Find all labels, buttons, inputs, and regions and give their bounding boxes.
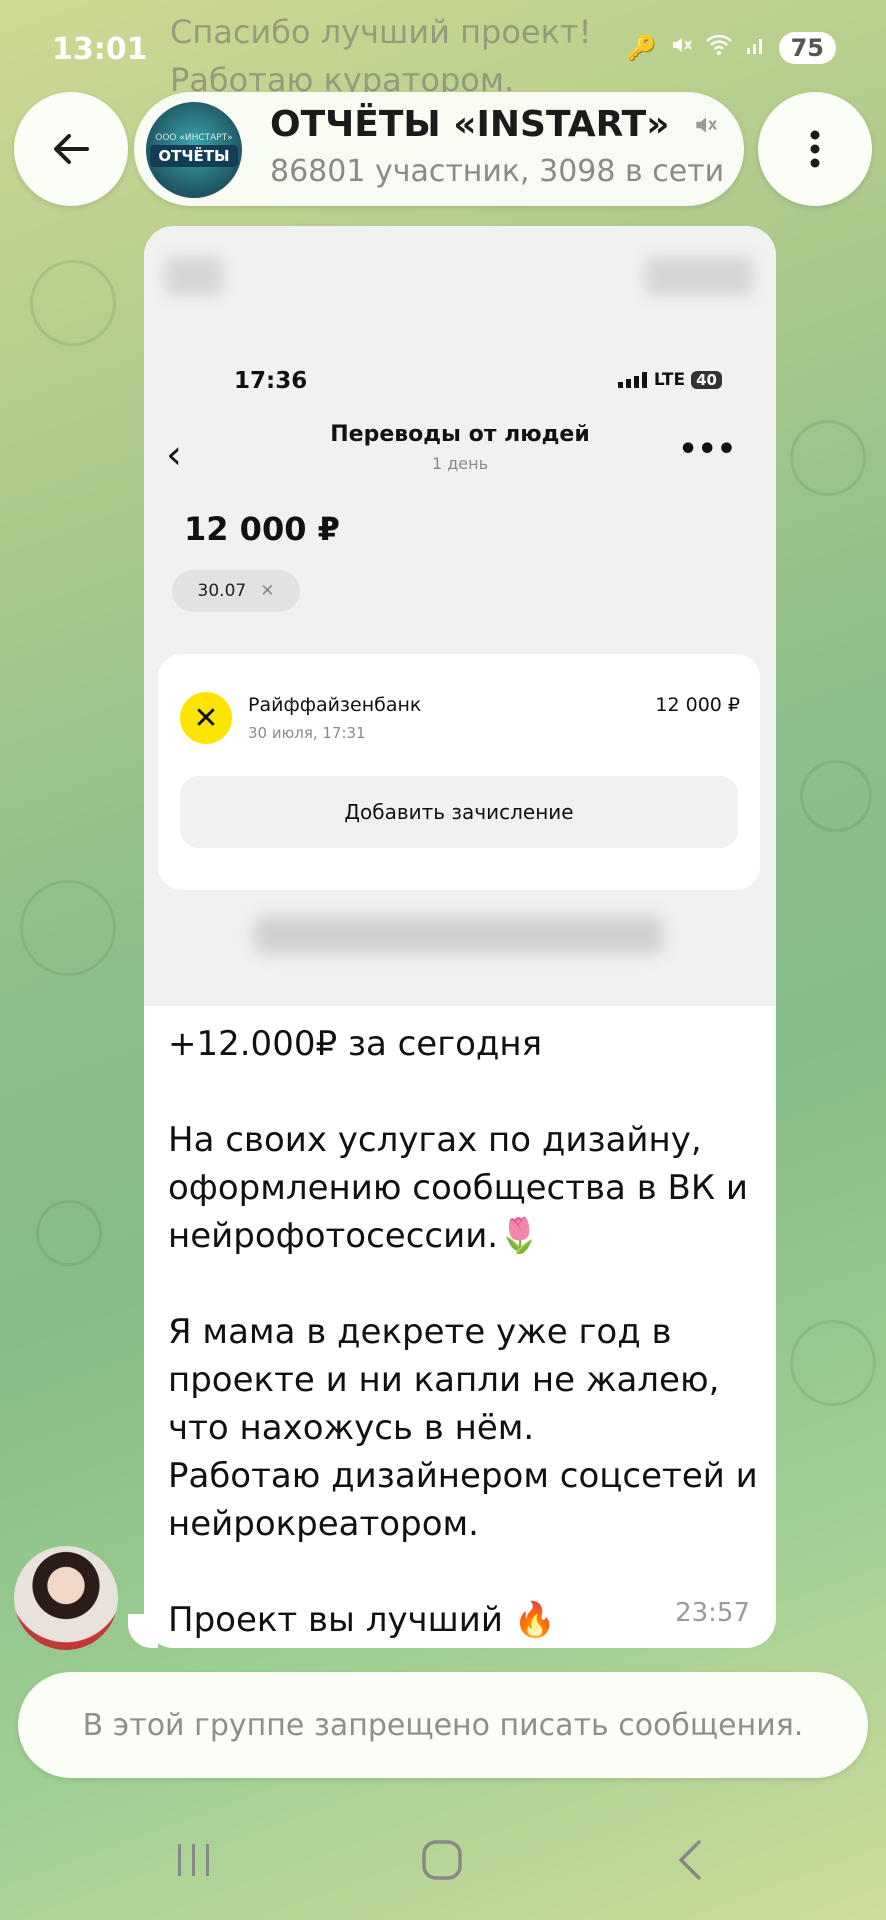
back-button[interactable]: [14, 92, 128, 206]
add-deposit-button: Добавить зачисление: [180, 776, 738, 848]
chip-label: 30.07: [197, 581, 247, 601]
mute-icon: [669, 33, 693, 63]
blurred-area: [644, 256, 754, 296]
status-bar: Спасибо лучший проект! Работаю куратором…: [0, 0, 886, 100]
ghost-line-1: Спасибо лучший проект!: [170, 13, 592, 51]
avatar-caption: ООО «ИНСТАРТ»: [155, 133, 233, 143]
vertical-dots-icon: [810, 130, 820, 168]
network-label: LTE: [653, 370, 686, 390]
recent-apps-button[interactable]: [154, 1830, 234, 1890]
channel-avatar[interactable]: ООО «ИНСТАРТ» ОТЧЁТЫ: [146, 102, 242, 198]
muted-icon: [692, 106, 718, 147]
status-time: 13:01: [52, 32, 148, 67]
sender-avatar[interactable]: [14, 1546, 118, 1650]
channel-title: ОТЧЁТЫ «INSTART»: [270, 104, 718, 147]
wallpaper-doodle: [36, 1200, 102, 1266]
screenshot-date-chip: 30.07 ✕: [172, 570, 300, 612]
message-bubble[interactable]: 17:36 LTE 40 ‹ Переводы от людей 1 день …: [144, 226, 776, 1648]
blurred-area: [164, 256, 224, 296]
key-icon: 🔑: [626, 34, 657, 62]
arrow-left-icon: [54, 134, 89, 164]
system-back-button[interactable]: [650, 1830, 730, 1890]
channel-subtitle: 86801 участник, 3098 в сети: [270, 154, 725, 189]
channel-title-text: ОТЧЁТЫ «INSTART»: [270, 104, 670, 145]
screenshot-more-icon: •••: [678, 432, 736, 467]
blurred-area: [254, 916, 664, 954]
battery-indicator: 75: [778, 32, 836, 64]
more-options-button[interactable]: [758, 92, 872, 206]
signal-icon: [617, 372, 647, 388]
wallpaper-doodle: [20, 880, 116, 976]
screenshot-total-amount: 12 000 ₽: [184, 510, 340, 548]
previous-message-ghost: Спасибо лучший проект! Работаю куратором…: [170, 8, 591, 104]
screenshot-time: 17:36: [234, 368, 308, 394]
message-text: +12.000₽ за сегодня На своих услугах по …: [168, 1024, 758, 1640]
attached-screenshot[interactable]: 17:36 LTE 40 ‹ Переводы от людей 1 день …: [144, 226, 776, 1006]
message-time: 23:57: [675, 1598, 750, 1628]
recent-apps-icon: [178, 1844, 209, 1876]
status-icons: 🔑 75: [627, 32, 836, 64]
chat-header[interactable]: ООО «ИНСТАРТ» ОТЧЁТЫ ОТЧЁТЫ «INSTART» 86…: [134, 92, 744, 206]
system-navigation-bar: [0, 1800, 886, 1920]
signal-icon: [745, 34, 767, 62]
close-icon: ✕: [260, 581, 275, 601]
bank-amount: 12 000 ₽: [655, 694, 740, 716]
bank-date: 30 июля, 17:31: [248, 724, 366, 742]
raiffeisen-logo-icon: ✕: [180, 692, 232, 744]
wallpaper-doodle: [800, 760, 872, 832]
wallpaper-doodle: [790, 1320, 876, 1406]
restricted-input-notice: В этой группе запрещено писать сообщения…: [18, 1672, 868, 1778]
home-icon: [422, 1840, 462, 1880]
home-button[interactable]: [402, 1830, 482, 1890]
screenshot-battery: 40: [691, 371, 722, 389]
chevron-left-icon: [678, 1840, 701, 1880]
wallpaper-doodle: [790, 420, 866, 496]
wallpaper-doodle: [30, 260, 116, 346]
wifi-icon: [705, 33, 733, 63]
bank-name: Райффайзенбанк: [248, 694, 422, 716]
screenshot-status-icons: LTE 40: [617, 370, 722, 390]
avatar-label: ОТЧЁТЫ: [150, 145, 238, 167]
screenshot-transfer-card: ✕ Райффайзенбанк 30 июля, 17:31 12 000 ₽…: [158, 654, 760, 890]
